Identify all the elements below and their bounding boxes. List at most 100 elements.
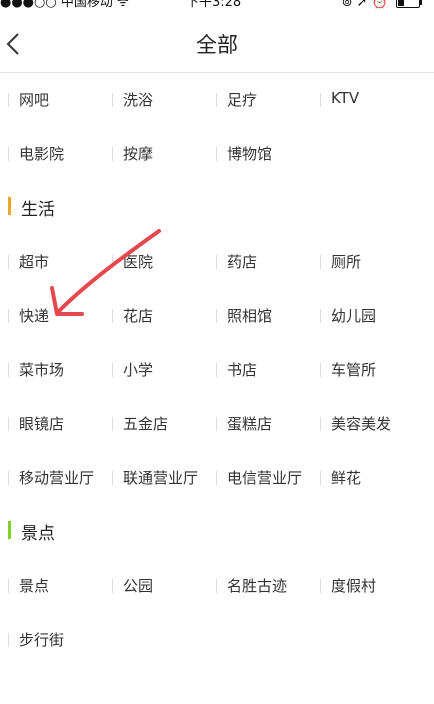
category-item-label: 菜市场 [19, 361, 65, 379]
grid-row: 快递 花店 照相馆 幼儿园 [0, 289, 434, 343]
category-item-label: 公园 [123, 577, 154, 595]
category-item[interactable]: 五金店 [104, 397, 208, 451]
item-divider [216, 579, 217, 593]
category-item-label: 按摩 [123, 145, 154, 163]
category-item[interactable]: 小学 [104, 343, 208, 397]
category-item-label: 医院 [123, 253, 154, 271]
category-item-label: 足疗 [227, 91, 258, 109]
category-item[interactable]: 景点 [0, 559, 104, 613]
category-item[interactable]: 步行街 [0, 613, 104, 667]
category-item[interactable]: 足疗 [208, 73, 312, 127]
item-divider [8, 93, 9, 107]
wifi-icon: ᯤ [117, 0, 129, 10]
category-list: 网吧 洗浴 足疗 KTV 电影院 按摩 博物馆生活超市 医院 药店 厕所快递 花店 照相馆 幼儿园菜市场… [0, 73, 434, 667]
category-item[interactable]: 移动营业厅 [0, 451, 104, 505]
grid-row: 超市 医院 药店 厕所 [0, 235, 434, 289]
section-accent-bar [8, 197, 11, 215]
item-divider [112, 93, 113, 107]
category-item[interactable]: 菜市场 [0, 343, 104, 397]
category-item-label: 景点 [19, 577, 50, 595]
category-item[interactable]: 电信营业厅 [208, 451, 312, 505]
grid-row: 移动营业厅 联通营业厅 电信营业厅 鲜花 [0, 451, 434, 505]
item-divider [112, 471, 113, 485]
category-item-label: 小学 [123, 361, 154, 379]
item-divider [216, 471, 217, 485]
section-title: 景点 [21, 524, 55, 544]
category-item[interactable]: 药店 [208, 235, 312, 289]
category-item[interactable]: 洗浴 [104, 73, 208, 127]
category-item[interactable]: 超市 [0, 235, 104, 289]
category-item[interactable]: 照相馆 [208, 289, 312, 343]
item-divider [8, 147, 9, 161]
category-item-label: 联通营业厅 [123, 469, 199, 487]
category-item[interactable]: 蛋糕店 [208, 397, 312, 451]
grid-row: 景点 公园 名胜古迹 度假村 [0, 559, 434, 613]
category-item-label: 超市 [19, 253, 50, 271]
category-item-label: 电信营业厅 [227, 469, 303, 487]
item-divider [320, 309, 321, 323]
category-item[interactable]: 美容美发 [312, 397, 416, 451]
item-divider [8, 417, 9, 431]
item-divider [8, 309, 9, 323]
grid-row: 步行街 [0, 613, 434, 667]
category-item[interactable]: 名胜古迹 [208, 559, 312, 613]
item-divider [320, 255, 321, 269]
battery-icon [396, 0, 422, 8]
category-item-label: 车管所 [331, 361, 377, 379]
category-item[interactable]: 鲜花 [312, 451, 416, 505]
category-item[interactable]: 幼儿园 [312, 289, 416, 343]
item-divider [112, 309, 113, 323]
category-item-label: 名胜古迹 [227, 577, 288, 595]
category-item[interactable]: 联通营业厅 [104, 451, 208, 505]
item-divider [8, 255, 9, 269]
section-header: 景点 [0, 505, 434, 559]
carrier-info: ●●●○○ 中国移动 ᯤ [0, 0, 129, 10]
section-header: 生活 [0, 181, 434, 235]
category-item[interactable]: 按摩 [104, 127, 208, 181]
category-item-label: 美容美发 [331, 415, 392, 433]
category-item-label: 药店 [227, 253, 258, 271]
item-divider [320, 363, 321, 377]
category-item[interactable]: 医院 [104, 235, 208, 289]
nav-bar: 全部 [0, 14, 434, 73]
item-divider [216, 255, 217, 269]
status-time: 下午3:28 [186, 0, 242, 10]
category-item[interactable]: 电影院 [0, 127, 104, 181]
category-item-label: 幼儿园 [331, 307, 377, 325]
item-divider [112, 363, 113, 377]
category-item[interactable]: 车管所 [312, 343, 416, 397]
item-divider [112, 147, 113, 161]
category-item[interactable]: 花店 [104, 289, 208, 343]
category-item-label: 移动营业厅 [19, 469, 95, 487]
item-divider [8, 471, 9, 485]
item-divider [112, 255, 113, 269]
item-divider [8, 363, 9, 377]
item-divider [8, 579, 9, 593]
category-item-label: 博物馆 [227, 145, 273, 163]
category-item-label: 鲜花 [331, 469, 362, 487]
category-item-label: KTV [331, 89, 360, 107]
category-item[interactable]: 快递 [0, 289, 104, 343]
grid-row: 电影院 按摩 博物馆 [0, 127, 434, 181]
section-title: 生活 [21, 200, 55, 220]
category-item-label: 快递 [19, 307, 50, 325]
category-item[interactable]: 书店 [208, 343, 312, 397]
category-item-label: 厕所 [331, 253, 362, 271]
status-bar: ●●●○○ 中国移动 ᯤ 下午3:28 ⊚ ➚ ⏰ [0, 0, 434, 14]
category-item-label: 照相馆 [227, 307, 273, 325]
category-item[interactable]: 博物馆 [208, 127, 312, 181]
page-title: 全部 [196, 33, 238, 57]
signal-icon: ●●●○○ [0, 0, 57, 10]
status-icons: ⊚ ➚ ⏰ [341, 0, 422, 10]
category-item-label: 蛋糕店 [227, 415, 273, 433]
category-item[interactable]: 公园 [104, 559, 208, 613]
category-item[interactable]: 网吧 [0, 73, 104, 127]
category-item-label: 度假村 [331, 577, 377, 595]
system-icons: ⊚ ➚ ⏰ [341, 0, 388, 10]
grid-row: 菜市场 小学 书店 车管所 [0, 343, 434, 397]
category-item[interactable]: KTV [312, 73, 416, 127]
category-item[interactable]: 度假村 [312, 559, 416, 613]
category-item-label: 步行街 [19, 631, 65, 649]
category-item[interactable]: 眼镜店 [0, 397, 104, 451]
category-item[interactable]: 厕所 [312, 235, 416, 289]
